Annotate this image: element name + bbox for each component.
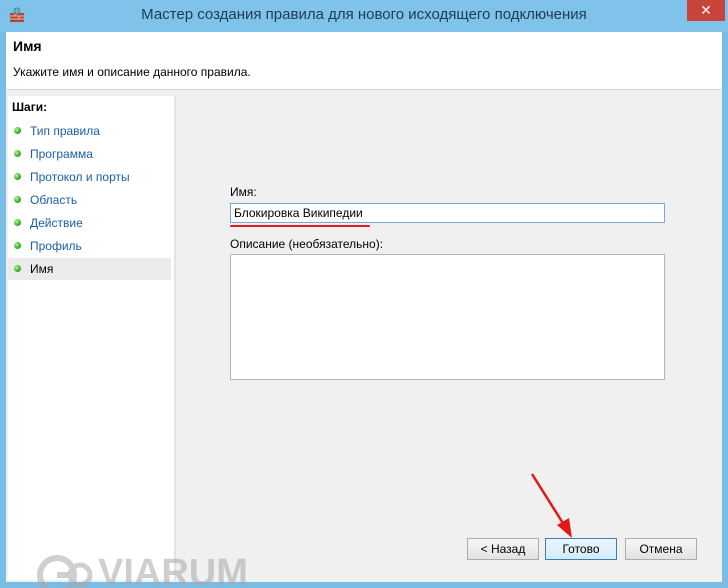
step-label: Имя	[30, 262, 54, 276]
step-label: Программа	[30, 147, 93, 161]
page-description: Укажите имя и описание данного правила.	[13, 65, 251, 79]
panel-divider	[174, 96, 176, 580]
watermark: VIARUM	[36, 552, 248, 588]
description-label: Описание (необязательно):	[230, 237, 384, 251]
step-label: Действие	[30, 216, 83, 230]
wizard-header: Имя Укажите имя и описание данного прави…	[6, 32, 722, 90]
wizard-window: Мастер создания правила для нового исход…	[0, 0, 728, 588]
step-scope[interactable]: Область	[8, 189, 171, 211]
step-complete-icon	[14, 219, 21, 226]
step-complete-icon	[14, 150, 21, 157]
back-button[interactable]: < Назад	[467, 538, 539, 560]
step-rule-type[interactable]: Тип правила	[8, 120, 171, 142]
step-complete-icon	[14, 127, 21, 134]
step-label: Профиль	[30, 239, 82, 253]
close-button[interactable]: ✕	[687, 0, 725, 21]
step-complete-icon	[14, 242, 21, 249]
step-label: Область	[30, 193, 78, 207]
name-label: Имя:	[230, 185, 257, 199]
title-bar[interactable]: Мастер создания правила для нового исход…	[0, 0, 728, 32]
steps-panel: Шаги: Тип правила Программа Протокол и п…	[8, 96, 174, 580]
step-label: Протокол и порты	[30, 170, 130, 184]
step-program[interactable]: Программа	[8, 143, 171, 165]
name-input[interactable]	[230, 203, 665, 223]
step-action[interactable]: Действие	[8, 212, 171, 234]
step-complete-icon	[14, 196, 21, 203]
page-title: Имя	[13, 38, 42, 54]
cancel-button[interactable]: Отмена	[625, 538, 697, 560]
step-protocol-ports[interactable]: Протокол и порты	[8, 166, 171, 188]
steps-title: Шаги:	[12, 100, 48, 114]
step-profile[interactable]: Профиль	[8, 235, 171, 257]
step-complete-icon	[14, 173, 21, 180]
wizard-client-area: Имя Укажите имя и описание данного прави…	[6, 32, 722, 588]
watermark-logo-icon	[37, 555, 93, 588]
step-name[interactable]: Имя	[8, 258, 171, 280]
step-label: Тип правила	[30, 124, 100, 138]
annotation-underline	[230, 225, 370, 227]
description-input[interactable]	[230, 254, 665, 380]
window-title: Мастер создания правила для нового исход…	[141, 6, 587, 23]
step-complete-icon	[14, 265, 21, 272]
watermark-text: VIARUM	[98, 552, 248, 588]
close-icon: ✕	[700, 2, 712, 18]
finish-button[interactable]: Готово	[545, 538, 617, 560]
